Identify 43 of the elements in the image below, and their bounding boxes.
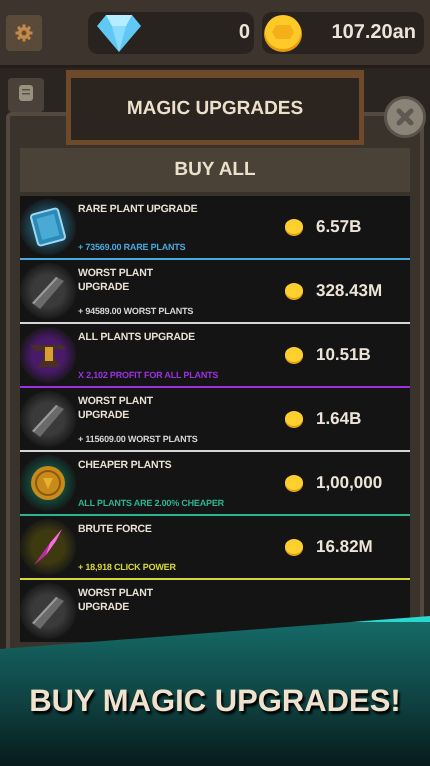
buy-all-button[interactable]: BUY ALL — [20, 148, 410, 192]
upgrade-effect: X 2,102 PROFIT FOR ALL PLANTS — [78, 370, 220, 380]
card-icon — [20, 199, 76, 255]
scroll-tab[interactable] — [8, 78, 44, 112]
upgrade-name: BRUTE FORCE — [78, 522, 153, 536]
metal-bar-icon — [20, 391, 76, 447]
upgrade-price: 10.51B — [316, 345, 371, 365]
upgrade-price: 328.43M — [316, 281, 382, 301]
upgrade-name: WORST PLANT UPGRADE — [78, 394, 154, 422]
coin-icon — [284, 218, 304, 236]
upgrade-price: 16.82M — [316, 537, 373, 557]
gear-icon — [14, 22, 34, 42]
upgrade-name: RARE PLANT UPGRADE — [78, 202, 198, 216]
crystal-icon — [20, 519, 76, 575]
settings-button[interactable] — [6, 14, 42, 50]
coin-icon — [284, 346, 304, 364]
upgrade-name: CHEAPER PLANTS — [78, 458, 172, 472]
coin-icon — [284, 282, 304, 300]
upgrade-name: WORST PLANT UPGRADE — [78, 266, 154, 294]
panel-title: MAGIC UPGRADES — [126, 98, 304, 120]
upgrade-effect: + 18,918 CLICK POWER — [78, 562, 177, 572]
coin-icon — [284, 474, 304, 492]
metal-bar-icon — [20, 583, 76, 639]
upgrade-name: WORST PLANT UPGRADE — [78, 586, 154, 614]
upgrade-effect: ALL PLANTS ARE 2.00% CHEAPER — [78, 498, 225, 508]
close-icon — [395, 107, 415, 127]
upgrade-effect: + 115609.00 WORST PLANTS — [78, 434, 198, 444]
banner-caption: BUY MAGIC UPGRADES! — [29, 683, 401, 719]
coin-icon — [20, 455, 76, 511]
anvil-icon — [20, 327, 76, 383]
metal-bar-icon — [20, 263, 76, 319]
coin-count: 107.20an — [331, 21, 416, 44]
gem-count: 0 — [238, 21, 250, 44]
upgrade-price: 1.64B — [316, 409, 362, 429]
upgrade-name: ALL PLANTS UPGRADE — [78, 330, 196, 344]
diamond-icon — [96, 12, 142, 52]
upgrade-effect: + 73569.00 RARE PLANTS — [78, 242, 186, 252]
coin-icon — [284, 410, 304, 428]
upgrade-price: 6.57B — [316, 217, 362, 237]
coin-icon — [284, 538, 304, 556]
upgrade-effect: + 94589.00 WORST PLANTS — [78, 306, 194, 316]
close-button[interactable] — [384, 96, 426, 138]
upgrade-price: 1,00,000 — [316, 473, 382, 493]
